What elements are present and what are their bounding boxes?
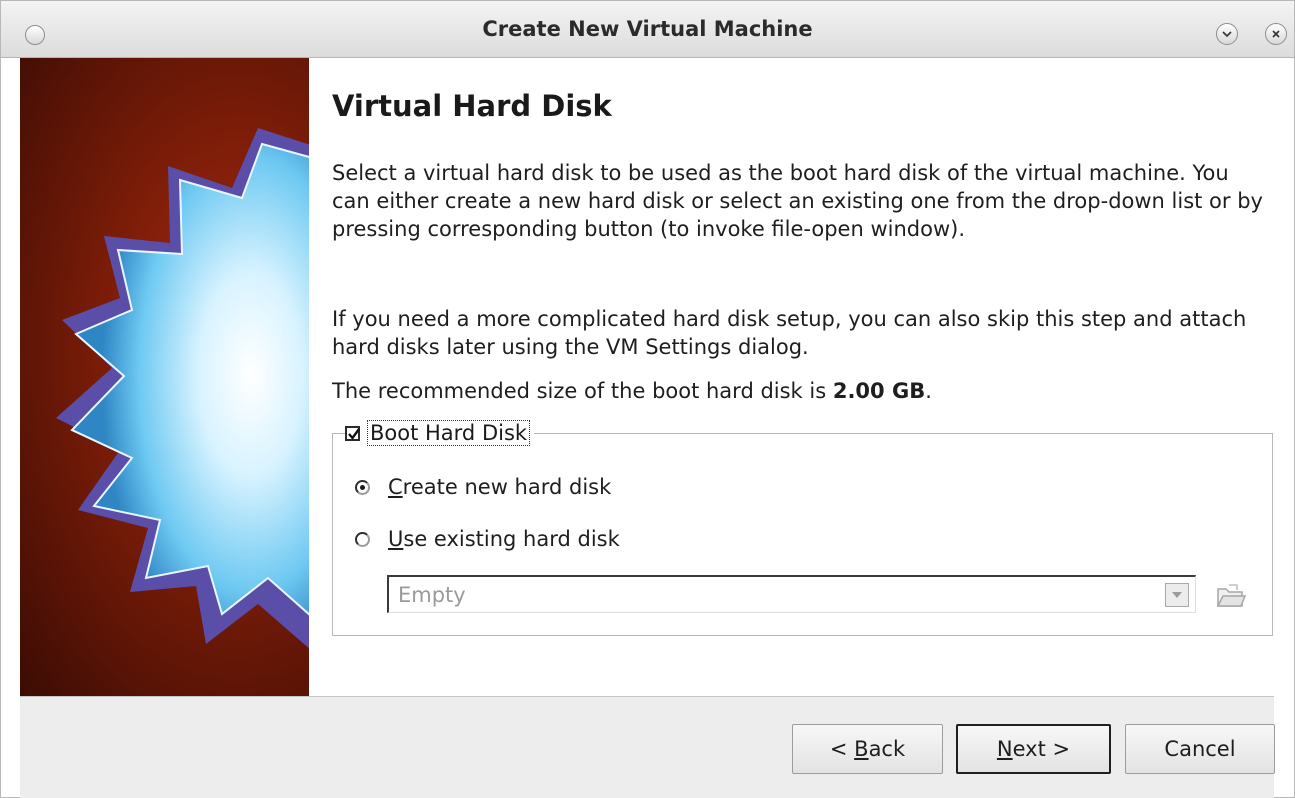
back-mnemonic: B xyxy=(854,737,869,761)
next-mnemonic: N xyxy=(996,737,1013,761)
back-prefix: < xyxy=(829,737,855,761)
back-button[interactable]: < Back xyxy=(792,724,943,774)
radio-button-selected[interactable] xyxy=(355,479,370,495)
chevron-down-icon xyxy=(1222,31,1232,38)
create-new-label: Create new hard disk xyxy=(388,475,611,499)
title-bar[interactable]: Create New Virtual Machine xyxy=(1,1,1294,58)
create-new-hard-disk-radio[interactable]: Create new hard disk xyxy=(355,475,611,499)
close-icon xyxy=(1272,30,1280,38)
cancel-button[interactable]: Cancel xyxy=(1125,724,1275,774)
recommended-size-prefix: The recommended size of the boot hard di… xyxy=(332,379,833,403)
hint-paragraph: If you need a more complicated hard disk… xyxy=(332,307,1247,359)
combo-value: Empty xyxy=(398,583,466,607)
radio-button-unselected[interactable] xyxy=(355,531,370,547)
dialog-window: Create New Virtual Machine Virtual Hard … xyxy=(0,0,1295,798)
dropdown-arrow-icon xyxy=(1172,592,1182,598)
create-new-label-rest: reate new hard disk xyxy=(402,475,612,499)
next-label-rest: ext > xyxy=(1012,737,1071,761)
description-paragraph: Select a virtual hard disk to be used as… xyxy=(332,161,1263,241)
cancel-label: Cancel xyxy=(1164,737,1236,761)
recommended-size-suffix: . xyxy=(925,379,932,403)
next-button[interactable]: Next > xyxy=(956,724,1111,774)
combo-dropdown-button[interactable] xyxy=(1165,583,1189,607)
use-existing-mnemonic: U xyxy=(388,527,404,551)
checkbox-box[interactable] xyxy=(345,425,360,441)
boot-hard-disk-label: Boot Hard Disk xyxy=(367,420,531,446)
boot-hard-disk-checkbox[interactable]: Boot Hard Disk xyxy=(345,419,535,447)
window-title: Create New Virtual Machine xyxy=(482,17,813,41)
use-existing-hard-disk-radio[interactable]: Use existing hard disk xyxy=(355,527,620,551)
wizard-side-image xyxy=(20,58,309,696)
folder-open-icon[interactable] xyxy=(1215,581,1247,611)
starburst-logo xyxy=(56,128,309,649)
recommended-size-text: The recommended size of the boot hard di… xyxy=(332,377,1272,405)
page-title: Virtual Hard Disk xyxy=(332,89,612,123)
back-label-rest: ack xyxy=(868,737,906,761)
use-existing-label-rest: se existing hard disk xyxy=(403,527,620,551)
existing-disk-combobox[interactable]: Empty xyxy=(387,575,1196,613)
recommended-size-value: 2.00 GB xyxy=(832,379,926,403)
use-existing-label: Use existing hard disk xyxy=(388,527,620,551)
check-icon xyxy=(348,427,360,440)
close-button[interactable] xyxy=(1265,23,1287,45)
minimize-button[interactable] xyxy=(1216,23,1238,45)
create-new-mnemonic: C xyxy=(388,475,403,499)
